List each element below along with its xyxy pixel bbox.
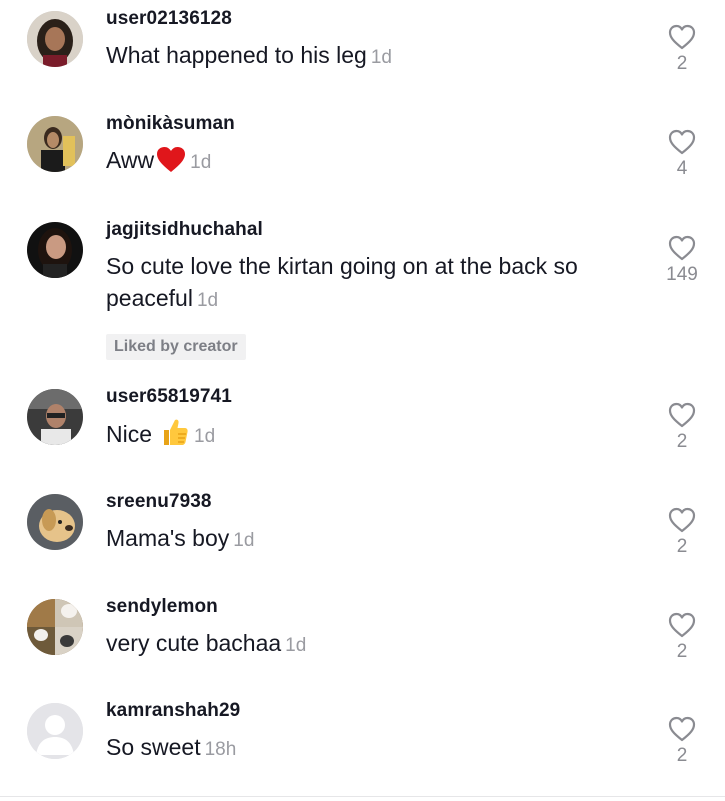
comment-text: Aww 1d [106,144,646,181]
comment-body: So sweet [106,734,201,760]
heart-icon[interactable] [667,401,697,429]
like-button[interactable]: 2 [652,401,712,453]
avatar[interactable] [27,703,83,759]
comment-username[interactable]: sreenu7938 [106,491,212,513]
avatar[interactable] [27,222,83,278]
comment-time: 1d [285,635,307,656]
heart-icon[interactable] [667,715,697,743]
thumbs-up-icon [160,417,190,455]
comment-body: What happened to his leg [106,42,367,68]
like-button[interactable]: 4 [652,128,712,180]
comment-time: 1d [370,47,392,68]
comment-username[interactable]: user65819741 [106,386,232,408]
comment-username[interactable]: jagjitsidhuchahal [106,219,263,241]
comment-text: very cute bachaa 1d [106,627,646,662]
comment-text: Nice 1d [106,417,646,455]
like-button[interactable]: 2 [652,715,712,767]
avatar[interactable] [27,494,83,550]
comment-body: Nice [106,421,153,447]
comment-time: 1d [190,152,212,173]
comment-body: So cute love the kirtan going on at the … [106,253,578,311]
comment-username[interactable]: mònikàsuman [106,113,235,135]
comment-body: Aww [106,147,155,173]
like-count: 2 [676,53,688,74]
comment-time: 1d [233,530,255,551]
like-count: 2 [676,431,688,452]
avatar[interactable] [27,599,83,655]
like-button[interactable]: 2 [652,611,712,663]
heart-icon[interactable] [667,611,697,639]
divider [0,796,725,797]
like-count: 2 [676,536,688,557]
comment-text: What happened to his leg 1d [106,39,646,74]
comment-body: Mama's boy [106,525,230,551]
heart-icon[interactable] [667,234,697,262]
like-button[interactable]: 2 [652,23,712,75]
like-button[interactable]: 2 [652,506,712,558]
comment-username[interactable]: kamranshah29 [106,700,240,722]
comment-time: 1d [194,426,216,447]
comment-text: So cute love the kirtan going on at the … [106,250,646,317]
comment-time: 18h [204,739,237,760]
liked-by-creator-badge: Liked by creator [106,334,246,360]
comment-body: very cute bachaa [106,630,282,656]
like-button[interactable]: 149 [652,234,712,286]
comment-username[interactable]: user02136128 [106,8,232,30]
comment-username[interactable]: sendylemon [106,596,218,618]
avatar[interactable] [27,116,83,172]
heart-icon[interactable] [667,128,697,156]
comment-text: Mama's boy 1d [106,522,646,557]
like-count: 149 [666,264,698,285]
heart-icon[interactable] [667,506,697,534]
comment-text: So sweet 18h [106,731,646,766]
avatar[interactable] [27,389,83,445]
red-heart-icon [156,146,186,181]
comment-time: 1d [196,290,219,311]
like-count: 2 [676,745,688,766]
like-count: 4 [676,158,688,179]
heart-icon[interactable] [667,23,697,51]
like-count: 2 [676,641,688,662]
avatar[interactable] [27,11,83,67]
